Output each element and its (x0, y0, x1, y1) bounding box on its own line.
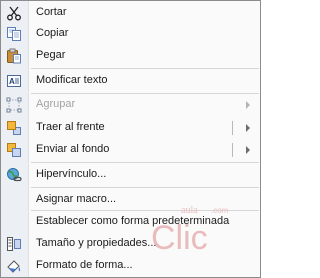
menu-item-label: Modificar texto (36, 74, 108, 86)
menu-item-cut[interactable]: Cortar (1, 3, 260, 23)
menu-item-hyperlink[interactable]: Hipervínculo... (1, 165, 260, 185)
split-divider (232, 121, 233, 135)
scissors-icon (6, 5, 22, 21)
svg-text:A: A (9, 77, 15, 86)
menu-item-send-to-back[interactable]: Enviar al fondo (1, 140, 260, 160)
menu-item-group: Agrupar (1, 95, 260, 115)
hyperlink-icon (6, 167, 22, 183)
edit-text-icon: A (6, 73, 22, 89)
size-properties-icon (6, 236, 22, 252)
menu-separator (31, 162, 259, 163)
format-shape-icon (6, 258, 22, 274)
chevron-right-icon (246, 101, 250, 109)
menu-item-label: Agrupar (36, 98, 76, 110)
menu-item-paste[interactable]: Pegar (1, 46, 260, 66)
menu-item-edit-text[interactable]: A Modificar texto (1, 71, 260, 91)
menu-item-label: Asignar macro... (36, 193, 117, 205)
menu-separator (31, 187, 259, 188)
menu-item-label: Formato de forma... (36, 259, 133, 271)
copy-icon (6, 26, 22, 42)
menu-item-label: Copiar (36, 27, 69, 39)
chevron-right-icon[interactable] (246, 146, 250, 154)
svg-text:aula: aula (181, 205, 198, 216)
svg-text:.com: .com (211, 206, 229, 215)
send-to-back-icon (6, 142, 22, 158)
menu-item-copy[interactable]: Copiar (1, 24, 260, 44)
menu-item-label: Traer al frente (36, 121, 105, 133)
context-menu: Cortar Copiar Pegar A Modificar texto Ag… (0, 0, 261, 278)
menu-item-label: Cortar (36, 6, 67, 18)
menu-separator (31, 93, 259, 94)
menu-item-label: Tamaño y propiedades... (36, 237, 157, 249)
split-divider (232, 143, 233, 157)
svg-text:Clic: Clic (151, 219, 208, 257)
chevron-right-icon[interactable] (246, 124, 250, 132)
menu-item-bring-to-front[interactable]: Traer al frente (1, 118, 260, 138)
menu-item-label: Pegar (36, 49, 66, 61)
watermark-logo: aula .com Clic (151, 205, 229, 257)
menu-item-label: Hipervínculo... (36, 168, 107, 180)
bring-to-front-icon (6, 120, 22, 136)
paste-icon (6, 48, 22, 64)
menu-separator (31, 68, 259, 69)
group-icon (6, 97, 22, 113)
menu-item-label: Enviar al fondo (36, 143, 110, 155)
